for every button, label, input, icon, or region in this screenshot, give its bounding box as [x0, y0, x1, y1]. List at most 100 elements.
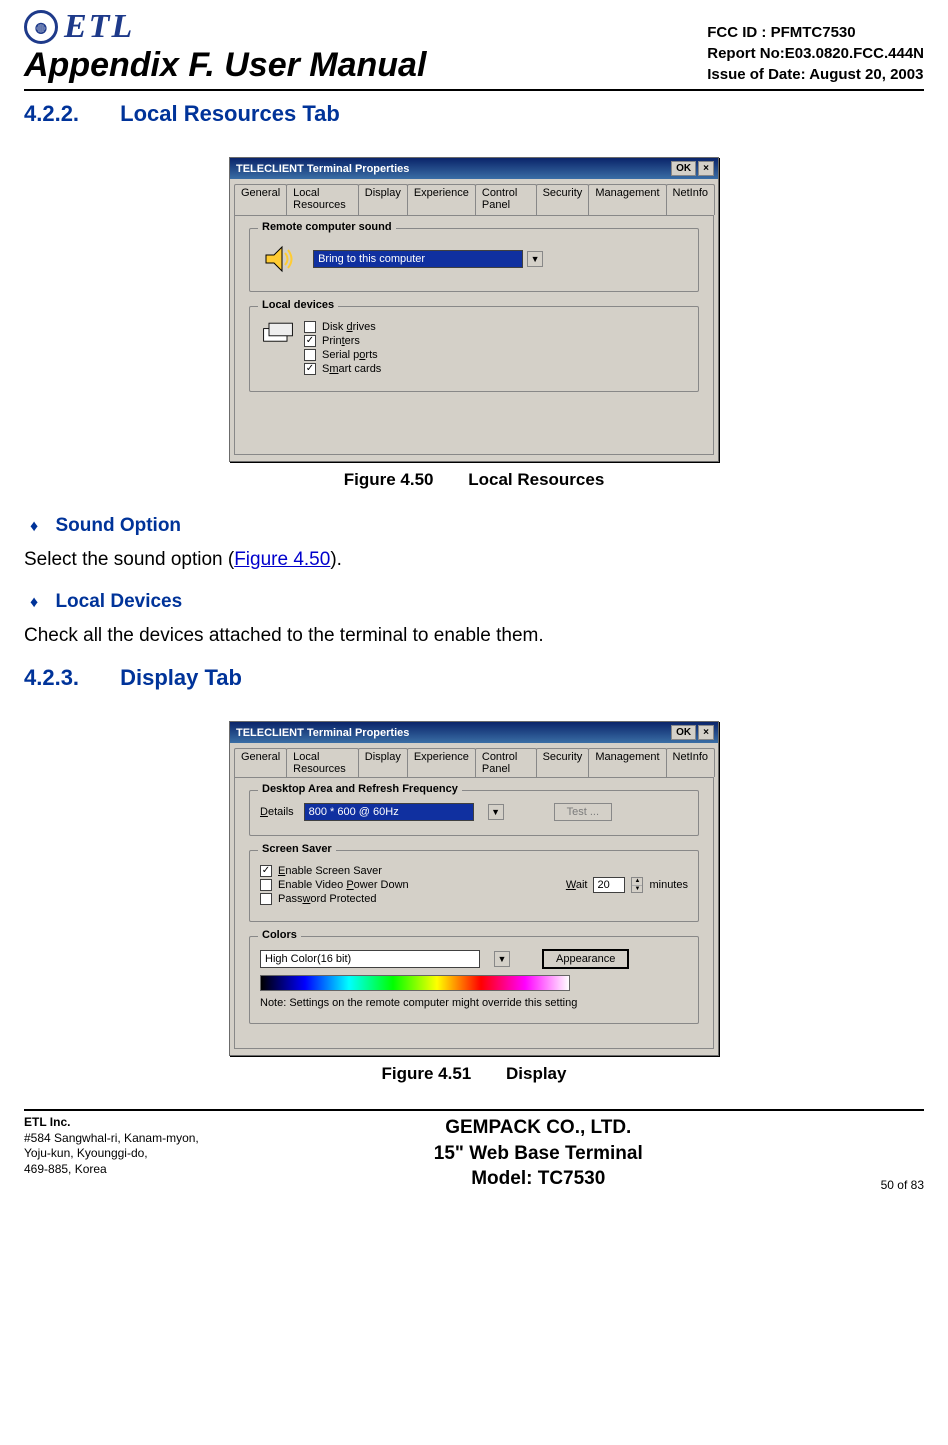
chk-label: Printers: [322, 335, 360, 347]
tab-netinfo[interactable]: NetInfo: [666, 184, 715, 215]
terminal-properties-dialog-2: TELECLIENT Terminal Properties OK × Gene…: [229, 721, 719, 1056]
chevron-up-icon: ▲: [632, 878, 642, 886]
dialog-title: TELECLIENT Terminal Properties: [236, 163, 669, 175]
tab-general[interactable]: General: [234, 184, 287, 215]
details-combo[interactable]: 800 * 600 @ 60Hz: [304, 803, 474, 821]
wait-spinner[interactable]: ▲▼: [631, 877, 643, 893]
appendix-title: Appendix F. User Manual: [24, 46, 426, 85]
bullet-title: Local Devices: [55, 591, 182, 612]
tab-local-resources[interactable]: Local Resources: [286, 184, 359, 215]
footer-c3: Model: TC7530: [345, 1166, 731, 1192]
footer-left: ETL Inc. #584 Sangwhal-ri, Kanam-myon, Y…: [24, 1115, 345, 1177]
colors-combo-value: High Color(16 bit): [265, 953, 351, 965]
bullet-local-devices: ♦ Local Devices: [24, 591, 924, 613]
local-devices-text: Check all the devices attached to the te…: [24, 625, 924, 647]
group-local-devices: Local devices Disk drives ✓ Printers: [249, 306, 699, 392]
chk-enable-ss[interactable]: ✓ Enable Screen Saver: [260, 865, 566, 877]
details-label: Details: [260, 806, 294, 818]
tab-display[interactable]: Display: [358, 748, 408, 777]
chk-smart-cards[interactable]: ✓ Smart cards: [304, 363, 688, 375]
logo: ◍ ETL: [24, 8, 426, 46]
tab-body: Desktop Area and Refresh Frequency Detai…: [234, 777, 714, 1049]
appearance-button[interactable]: Appearance: [542, 949, 629, 969]
footer-center: GEMPACK CO., LTD. 15" Web Base Terminal …: [345, 1115, 731, 1192]
group-screen-saver: Screen Saver ✓ Enable Screen Saver Enabl…: [249, 850, 699, 922]
tab-security[interactable]: Security: [536, 748, 590, 777]
chk-label: Enable Screen Saver: [278, 865, 382, 877]
footer-addr1: #584 Sangwhal-ri, Kanam-myon,: [24, 1131, 345, 1147]
group-title-desktop: Desktop Area and Refresh Frequency: [258, 783, 462, 795]
logo-text: ETL: [64, 8, 134, 46]
figure-4-50: TELECLIENT Terminal Properties OK × Gene…: [24, 157, 924, 490]
checkbox-icon: ✓: [304, 363, 316, 375]
colors-note: Note: Settings on the remote computer mi…: [260, 997, 688, 1009]
checkbox-icon: [304, 321, 316, 333]
section-number: 4.2.3.: [24, 665, 114, 691]
tab-control-panel[interactable]: Control Panel: [475, 184, 537, 215]
wait-input[interactable]: 20: [593, 877, 625, 893]
report-no: Report No:E03.0820.FCC.444N: [707, 43, 924, 64]
header-right: FCC ID : PFMTC7530 Report No:E03.0820.FC…: [707, 22, 924, 85]
figure-link-4-50[interactable]: Figure 4.50: [234, 549, 330, 570]
close-icon[interactable]: ×: [698, 161, 714, 176]
chk-disk-drives[interactable]: Disk drives: [304, 321, 688, 333]
footer-company: ETL Inc.: [24, 1115, 345, 1131]
tab-local-resources[interactable]: Local Resources: [286, 748, 359, 777]
tab-control-panel[interactable]: Control Panel: [475, 748, 537, 777]
group-colors: Colors High Color(16 bit) ▼ Appearance N…: [249, 936, 699, 1024]
chk-label: Serial ports: [322, 349, 378, 361]
dialog-title: TELECLIENT Terminal Properties: [236, 727, 669, 739]
checkbox-icon: [260, 893, 272, 905]
sound-combo[interactable]: Bring to this computer: [313, 250, 523, 268]
tab-general[interactable]: General: [234, 748, 287, 777]
group-remote-sound: Remote computer sound Bring to this comp…: [249, 228, 699, 292]
section-number: 4.2.2.: [24, 101, 114, 127]
test-button[interactable]: Test ...: [554, 803, 612, 821]
dialog-titlebar: TELECLIENT Terminal Properties OK ×: [230, 722, 718, 743]
issue-date: Issue of Date: August 20, 2003: [707, 64, 924, 85]
figure-caption: Figure 4.51 Display: [382, 1064, 567, 1084]
globe-icon: ◍: [24, 10, 58, 44]
group-title-saver: Screen Saver: [258, 843, 336, 855]
chk-label: Disk drives: [322, 321, 376, 333]
tab-security[interactable]: Security: [536, 184, 590, 215]
chevron-down-icon[interactable]: ▼: [494, 951, 510, 967]
ok-button[interactable]: OK: [671, 725, 696, 740]
color-spectrum-icon: [260, 975, 570, 991]
header-left: ◍ ETL Appendix F. User Manual: [24, 8, 426, 85]
chevron-down-icon[interactable]: ▼: [527, 251, 543, 267]
figure-title: Local Resources: [468, 470, 604, 489]
section-title: Display Tab: [120, 665, 242, 690]
tab-experience[interactable]: Experience: [407, 184, 476, 215]
tab-experience[interactable]: Experience: [407, 748, 476, 777]
tab-body: Remote computer sound Bring to this comp…: [234, 215, 714, 455]
tab-row: General Local Resources Display Experien…: [230, 179, 718, 215]
details-combo-value: 800 * 600 @ 60Hz: [309, 806, 399, 818]
sound-combo-value: Bring to this computer: [318, 253, 425, 265]
chk-power-down[interactable]: Enable Video Power Down: [260, 879, 566, 891]
section-heading-local-resources: 4.2.2. Local Resources Tab: [24, 101, 924, 127]
figure-4-51: TELECLIENT Terminal Properties OK × Gene…: [24, 721, 924, 1084]
colors-combo[interactable]: High Color(16 bit): [260, 950, 480, 968]
figure-caption: Figure 4.50 Local Resources: [344, 470, 605, 490]
fcc-id: FCC ID : PFMTC7530: [707, 22, 924, 43]
tab-management[interactable]: Management: [588, 184, 666, 215]
checkbox-icon: ✓: [304, 335, 316, 347]
tab-management[interactable]: Management: [588, 748, 666, 777]
chk-password[interactable]: Password Protected: [260, 893, 566, 905]
footer-addr3: 469-885, Korea: [24, 1162, 345, 1178]
chk-serial-ports[interactable]: Serial ports: [304, 349, 688, 361]
footer-page: 50 of 83: [731, 1178, 924, 1192]
bullet-sound-option: ♦ Sound Option: [24, 515, 924, 537]
group-title-devices: Local devices: [258, 299, 338, 311]
tab-display[interactable]: Display: [358, 184, 408, 215]
chk-printers[interactable]: ✓ Printers: [304, 335, 688, 347]
chk-label: Smart cards: [322, 363, 381, 375]
tab-netinfo[interactable]: NetInfo: [666, 748, 715, 777]
close-icon[interactable]: ×: [698, 725, 714, 740]
ok-button[interactable]: OK: [671, 161, 696, 176]
chevron-down-icon[interactable]: ▼: [488, 804, 504, 820]
devices-icon: [260, 319, 296, 349]
group-title-sound: Remote computer sound: [258, 221, 396, 233]
footer-c1: GEMPACK CO., LTD.: [345, 1115, 731, 1141]
